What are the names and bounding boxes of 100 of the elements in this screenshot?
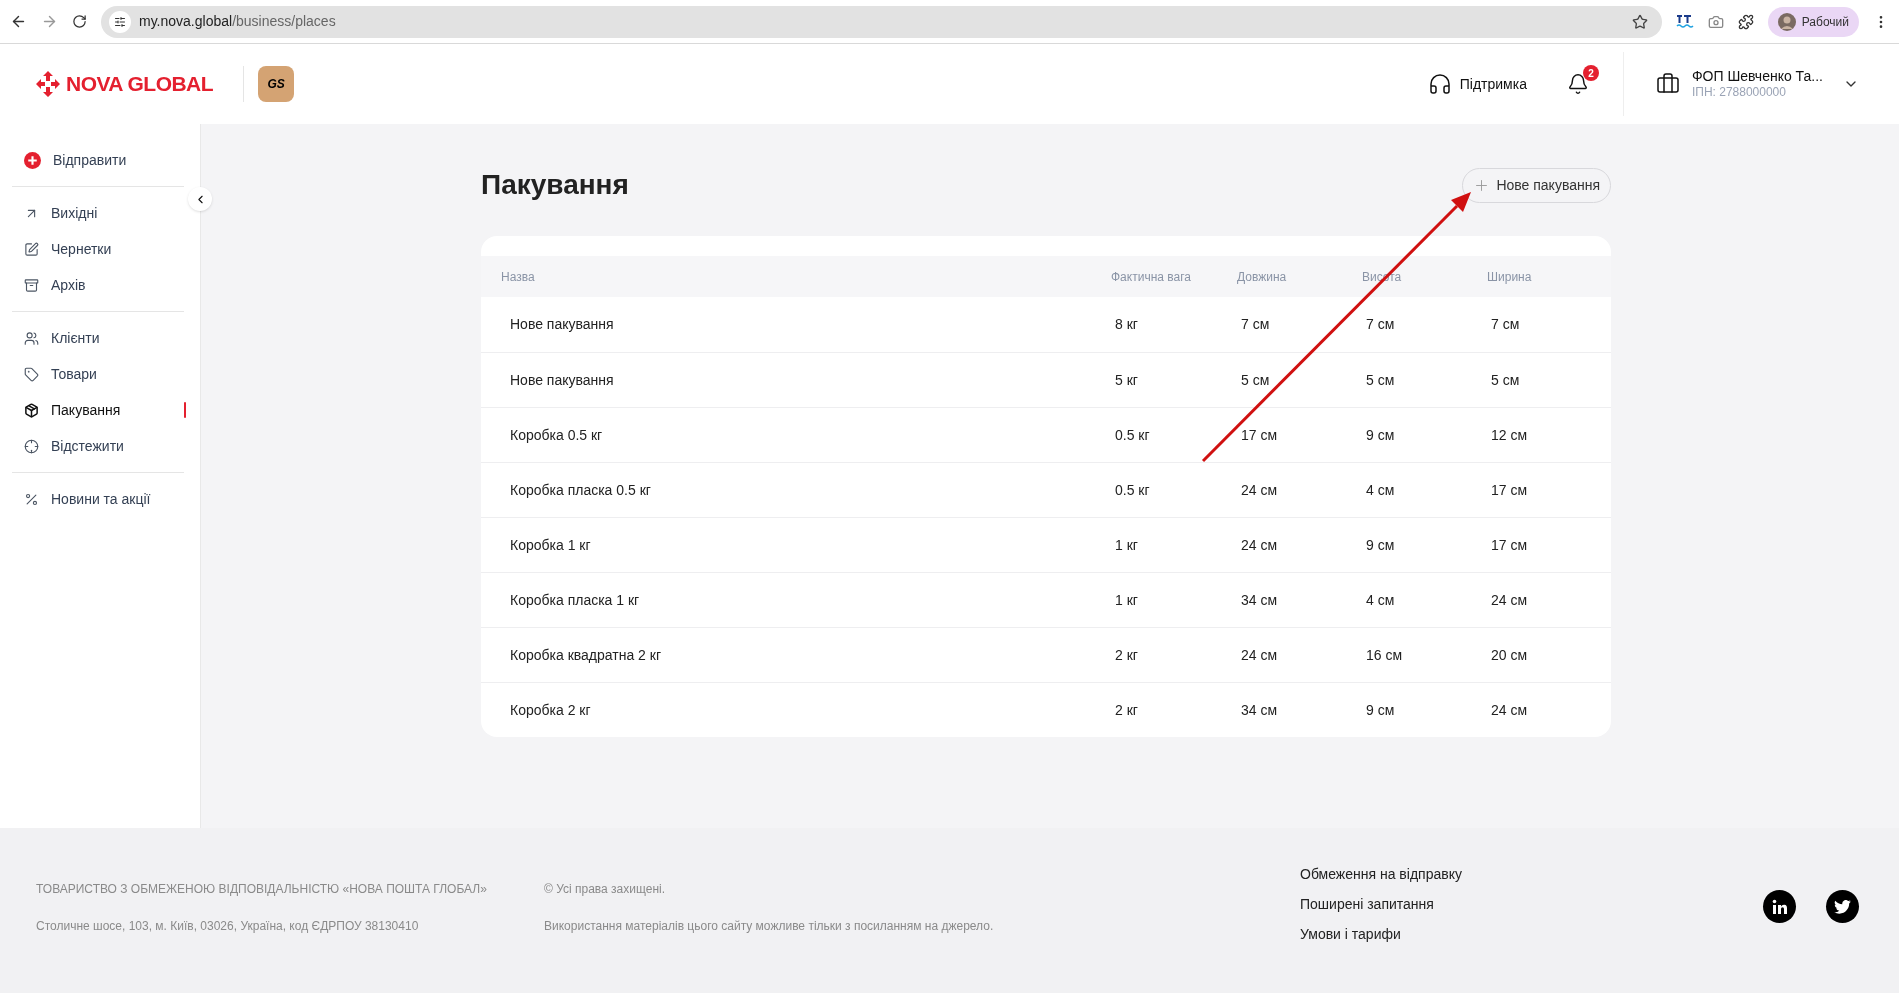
table-cell-text: 5 см [1365,370,1396,390]
table-cell-text: 12 см [1490,425,1529,445]
archive-icon [24,277,39,293]
edit-icon [24,241,39,257]
company-name: ТОВАРИСТВО З ОБМЕЖЕНОЮ ВІДПОВІДАЛЬНІСТЮ «НОВА ПОШТА ГЛОБАЛ» [36,881,488,898]
table-cell-text: Коробка пласка 0.5 кг [509,480,652,500]
page-title: Пакування [481,168,629,202]
collapse-button[interactable] [188,187,212,211]
forward-icon[interactable] [41,13,58,30]
headset-icon [1427,72,1452,96]
table-row[interactable]: Коробка пласка 0.5 кг 0.5 кг 24 см 4 см 17 см [481,462,1611,517]
table-cell-text: 34 см [1240,700,1279,720]
footer-link[interactable]: Обмеження на відправку [1300,864,1462,885]
twitter-icon[interactable] [1826,890,1859,923]
linkedin-icon[interactable] [1763,890,1796,923]
bookmark-star-icon[interactable] [1631,13,1648,30]
tag-icon [24,366,39,382]
box-icon [24,402,39,418]
table-cell-text: Коробка 0.5 кг [509,425,604,445]
table-cell-text: Нове пакування [509,315,615,334]
table-cell-text: 0.5 кг [1114,425,1151,445]
sidebar-item[interactable]: Новини та акції [12,481,188,517]
table-cell-text: 9 см [1365,700,1396,720]
table-cell-text: 5 см [1490,370,1521,390]
crosshair-icon [24,438,39,454]
sidebar-item[interactable]: Відстежити [12,428,188,464]
gs-badge[interactable]: GS [258,66,295,102]
send-item[interactable]: Відправити [12,142,188,178]
sidebar-item[interactable]: Вихідні [12,195,188,231]
logo-icon [36,71,60,97]
table-row[interactable]: Коробка квадратна 2 кг 2 кг 24 см 16 см 20 см [481,627,1611,682]
table-row[interactable]: Нове пакування 8 кг 7 см 7 см 7 см [481,297,1611,352]
reload-icon[interactable] [72,14,87,29]
sidebar-item[interactable]: Товари [12,356,188,392]
table-cell-text: 2 кг [1114,700,1139,720]
table-cell-text: 7 см [1490,315,1521,334]
table-cell-text: 4 см [1365,480,1396,500]
table-cell-text: 16 см [1365,645,1404,665]
table-cell-text: 17 см [1240,425,1279,445]
table-row[interactable]: Коробка 2 кг 2 кг 34 см 9 см 24 см [481,682,1611,737]
table-cell-text: 17 см [1490,535,1529,555]
usage-note: Використання матеріалів цього сайту можливе тільки з посиланням на джерело. [544,918,995,935]
table-cell-text: 5 кг [1114,370,1139,390]
table-cell-text: Коробка 1 кг [509,535,592,555]
url-text: my.nova.global/business/places [139,12,336,31]
table-cell-text: 24 см [1240,480,1279,500]
footer-link[interactable]: Умови і тарифи [1300,924,1462,945]
table-cell-text: 20 см [1490,645,1529,665]
active-indicator [184,402,186,418]
table-cell-text: 4 см [1365,590,1396,610]
footer-link[interactable]: Поширені запитання [1300,894,1462,915]
extensions-icon[interactable] [1737,13,1754,30]
site-settings-icon[interactable] [109,10,131,33]
users-icon [24,330,39,346]
table-cell-text: 34 см [1240,590,1279,610]
table-cell-text: 24 см [1490,700,1529,720]
table-cell-text: Коробка 2 кг [509,700,592,720]
table-cell-text: 7 см [1365,315,1396,334]
table-cell-text: 17 см [1490,480,1529,500]
sidebar-item[interactable]: Клієнти [12,320,188,356]
table-row[interactable]: Коробка 1 кг 1 кг 24 см 9 см 17 см [481,517,1611,572]
support-link[interactable]: Підтримка [1427,72,1527,96]
table-cell-text: 9 см [1365,535,1396,555]
new-packaging-button[interactable]: Нове пакування [1462,167,1611,203]
table-row[interactable]: Нове пакування 5 кг 5 см 5 см 5 см [481,352,1611,407]
table-cell-text: Нове пакування [509,370,615,390]
account-menu[interactable]: ФОП Шевченко Та... ІПН: 2788000000 [1655,67,1859,101]
profile-button[interactable]: Рабочий [1767,6,1859,37]
table-cell-text: 0.5 кг [1114,480,1151,500]
table-cell-text: 24 см [1240,535,1279,555]
camera-icon[interactable] [1707,13,1724,30]
table-cell-text: 2 кг [1114,645,1139,665]
table-cell-text: Коробка пласка 1 кг [509,590,641,610]
company-address: Столичне шосе, 103, м. Київ, 03026, Україна, код ЄДРПОУ 38130410 [36,918,420,935]
sidebar-item[interactable]: Архів [12,267,188,303]
address-bar[interactable]: my.nova.global/business/places [101,5,1662,38]
table-row[interactable]: Коробка 0.5 кг 0.5 кг 17 см 9 см 12 см [481,407,1611,462]
sidebar-item[interactable]: Пакування [12,392,188,428]
column-header: Ширина [1487,268,1533,286]
table-cell-text: Коробка квадратна 2 кг [509,645,662,665]
table-cell-text: 8 кг [1114,315,1139,334]
bell-icon[interactable] [1566,73,1589,95]
table-cell-text: 7 см [1240,315,1271,334]
column-header: Фактична вага [1111,268,1192,286]
table-row[interactable]: Коробка пласка 1 кг 1 кг 34 см 4 см 24 см [481,572,1611,627]
brand-logo[interactable]: NOVA GLOBAL [36,68,214,100]
extension-icon[interactable] [1675,14,1694,29]
plus-circle-icon [24,151,41,169]
back-icon[interactable] [10,13,27,30]
copyright-text: © Усі права захищені. [544,881,666,898]
column-header: Довжина [1237,268,1288,286]
table-cell-text: 24 см [1490,590,1529,610]
sidebar-item[interactable]: Чернетки [12,231,188,267]
table-cell-text: 5 см [1240,370,1271,390]
table-cell-text: 9 см [1365,425,1396,445]
table-cell-text: 1 кг [1114,535,1139,555]
table-cell-text: 24 см [1240,645,1279,665]
table-cell-text: 1 кг [1114,590,1139,610]
column-header: Назва [501,268,536,286]
avatar-icon [1777,12,1796,31]
